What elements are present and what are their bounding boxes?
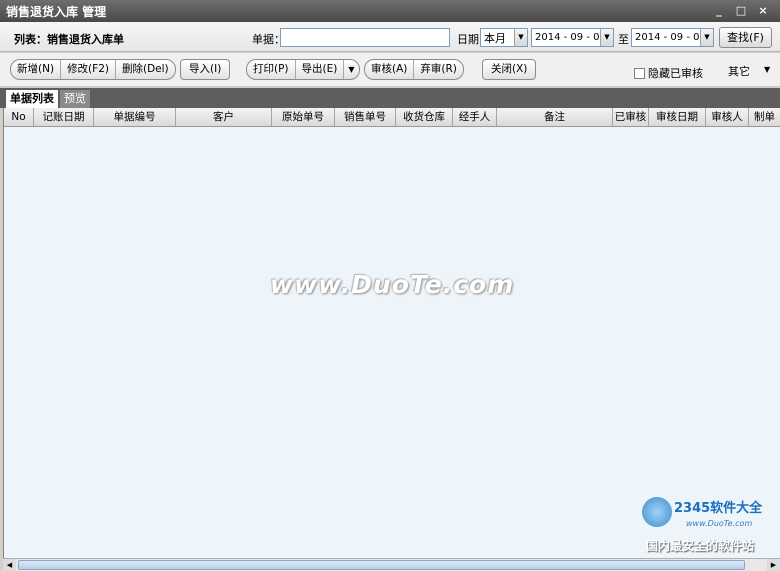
- scroll-track[interactable]: [16, 560, 767, 570]
- close-icon[interactable]: ×: [754, 3, 772, 19]
- period-value: 本月: [484, 31, 506, 45]
- print-button-group: 打印(P) 导出(E) ▼: [246, 59, 360, 80]
- column-header-no[interactable]: No: [4, 108, 34, 126]
- chevron-down-icon[interactable]: ▼: [764, 65, 770, 74]
- filter-bar: 列表：销售退货入库单 单据： 日期 本月 ▼ 2014 - 09 - 01 ▼ …: [0, 22, 780, 52]
- tab-preview[interactable]: 预览: [60, 90, 90, 108]
- action-toolbar: 新增(N) 修改(F2) 删除(Del) 导入(I) 打印(P) 导出(E) ▼…: [0, 53, 780, 87]
- chevron-down-icon[interactable]: ▼: [700, 29, 713, 46]
- site-logo: 2345软件大全 www.DuoTe.com 国内最安全的软件站: [642, 495, 778, 555]
- new-button[interactable]: 新增(N): [11, 60, 62, 79]
- grid-header: No 记账日期 单据编号 客户 原始单号 销售单号 收货仓库 经手人 备注 已审…: [4, 108, 780, 127]
- mascot-icon: [642, 497, 672, 527]
- date-to-picker[interactable]: 2014 - 09 - 02 ▼: [631, 28, 714, 47]
- document-grid[interactable]: No 记账日期 单据编号 客户 原始单号 销售单号 收货仓库 经手人 备注 已审…: [3, 108, 780, 558]
- unaudit-button[interactable]: 弃审(R): [414, 60, 463, 79]
- column-header-audit-date[interactable]: 审核日期: [649, 108, 706, 126]
- minimize-icon[interactable]: _: [710, 3, 728, 19]
- chevron-down-icon[interactable]: ▼: [514, 29, 527, 46]
- maximize-icon[interactable]: □: [732, 3, 750, 19]
- column-header-creator[interactable]: 制单: [749, 108, 780, 126]
- import-button[interactable]: 导入(I): [180, 59, 231, 80]
- audit-button[interactable]: 审核(A): [365, 60, 415, 79]
- logo-brand: 2345软件大全: [674, 501, 763, 516]
- audit-button-group: 审核(A) 弃审(R): [364, 59, 464, 80]
- tab-doc-list[interactable]: 单据列表: [6, 90, 58, 108]
- window-controls: _ □ ×: [710, 3, 780, 19]
- date-label: 日期: [457, 33, 479, 46]
- period-select[interactable]: 本月 ▼: [480, 28, 528, 47]
- export-button[interactable]: 导出(E): [296, 60, 345, 79]
- watermark-text: www.DuoTe.com: [270, 270, 515, 299]
- chevron-down-icon[interactable]: ▼: [344, 60, 358, 79]
- date-from-picker[interactable]: 2014 - 09 - 01 ▼: [531, 28, 614, 47]
- logo-slogan: 国内最安全的软件站: [646, 539, 755, 553]
- column-header-audited[interactable]: 已审核: [613, 108, 649, 126]
- close-button[interactable]: 关闭(X): [482, 59, 537, 80]
- to-label: 至: [618, 33, 629, 46]
- date-to-value: 2014 - 09 - 02: [635, 32, 700, 43]
- hide-audited-option[interactable]: 隐藏已审核: [634, 65, 703, 81]
- print-button[interactable]: 打印(P): [247, 60, 296, 79]
- column-header-warehouse[interactable]: 收货仓库: [396, 108, 453, 126]
- edit-button[interactable]: 修改(F2): [61, 60, 116, 79]
- chevron-down-icon[interactable]: ▼: [600, 29, 613, 46]
- other-menu[interactable]: 其它: [728, 63, 750, 79]
- title-bar: 销售退货入库 管理 _ □ ×: [0, 0, 780, 22]
- date-from-value: 2014 - 09 - 01: [535, 32, 600, 43]
- column-header-remarks[interactable]: 备注: [497, 108, 613, 126]
- delete-button[interactable]: 删除(Del): [116, 60, 175, 79]
- list-title: 列表：销售退货入库单: [14, 33, 124, 46]
- logo-url: www.DuoTe.com: [686, 519, 753, 528]
- column-header-date[interactable]: 记账日期: [34, 108, 94, 126]
- column-header-doc-number[interactable]: 单据编号: [94, 108, 176, 126]
- hide-audited-checkbox[interactable]: [634, 67, 645, 79]
- scroll-left-icon[interactable]: ◀: [3, 559, 16, 571]
- edit-button-group: 新增(N) 修改(F2) 删除(Del): [10, 59, 176, 80]
- horizontal-scrollbar[interactable]: ◀ ▶: [3, 558, 780, 571]
- tab-strip: 单据列表 预览: [0, 88, 780, 108]
- window-title: 销售退货入库 管理: [6, 4, 107, 19]
- column-header-handler[interactable]: 经手人: [453, 108, 497, 126]
- column-header-auditor[interactable]: 审核人: [706, 108, 749, 126]
- column-header-original-number[interactable]: 原始单号: [272, 108, 335, 126]
- doc-number-input[interactable]: [280, 28, 450, 47]
- hide-audited-label: 隐藏已审核: [648, 67, 703, 80]
- column-header-sales-number[interactable]: 销售单号: [335, 108, 396, 126]
- find-button[interactable]: 查找(F): [719, 27, 772, 48]
- scroll-right-icon[interactable]: ▶: [767, 559, 780, 571]
- column-header-customer[interactable]: 客户: [176, 108, 272, 126]
- scroll-thumb[interactable]: [18, 560, 745, 570]
